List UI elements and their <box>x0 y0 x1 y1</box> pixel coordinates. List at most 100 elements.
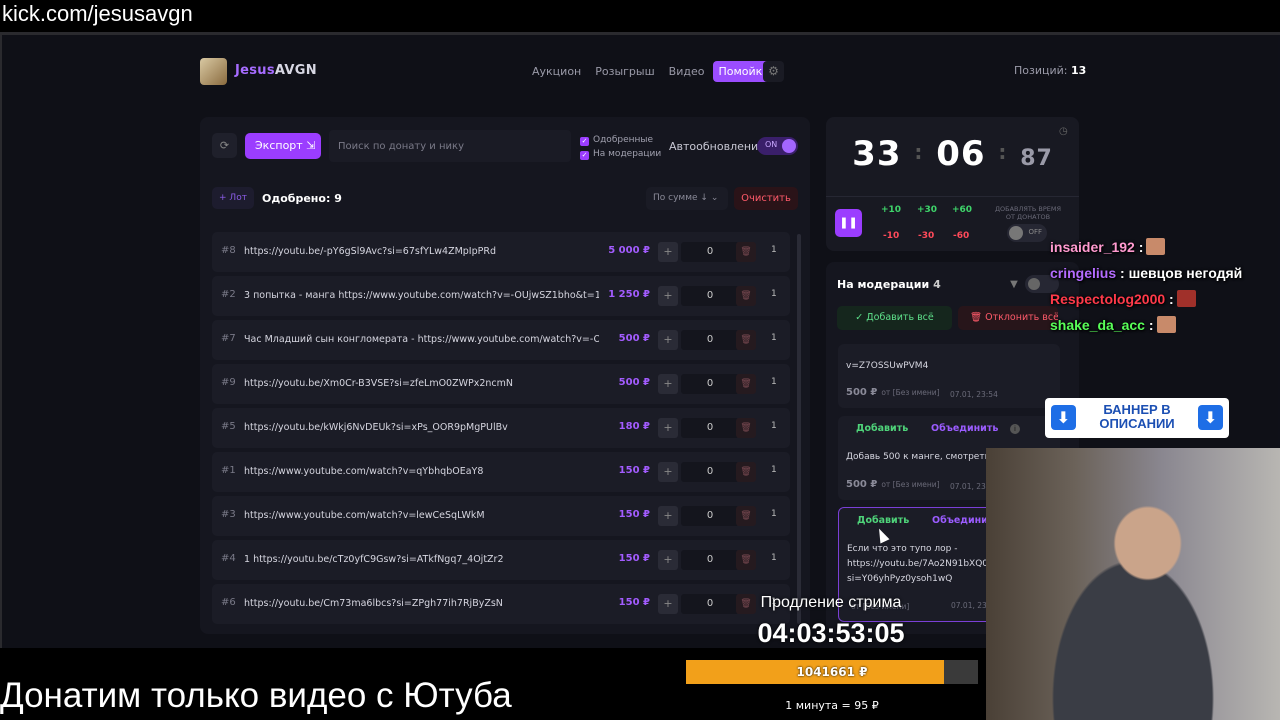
refresh-icon[interactable]: ⟳ <box>212 133 237 158</box>
amount-input[interactable]: 0 <box>681 550 739 570</box>
nav-auction[interactable]: Аукцион <box>527 61 586 82</box>
add-time-toggle[interactable]: OFF <box>1007 224 1047 242</box>
row-index: #3 <box>221 509 236 520</box>
webcam-feed <box>986 448 1280 720</box>
pause-button[interactable]: ❚❚ <box>835 209 862 237</box>
row-index: #1 <box>221 465 236 476</box>
info-icon[interactable]: i <box>1010 424 1020 434</box>
nav-video[interactable]: Видео <box>664 61 710 82</box>
add-60-button[interactable]: +60 <box>952 205 972 215</box>
add-amount-button[interactable]: + <box>658 286 678 306</box>
gear-icon[interactable]: ⚙ <box>763 61 784 82</box>
list-scrollbar[interactable] <box>797 234 801 624</box>
chat-colon: : <box>1116 265 1129 281</box>
sub-30-button[interactable]: -30 <box>918 231 934 241</box>
add-all-button[interactable]: ✓ Добавить всё <box>837 306 952 330</box>
description-banner: ⬇ БАННЕР В ОПИСАНИИ ⬇ <box>1045 398 1229 438</box>
chat-message: шевцов негодяй <box>1128 265 1243 281</box>
auto-update-label: Автообновление <box>669 140 765 153</box>
donation-row: #8 https://youtu.be/-pY6gSl9Avc?si=67sfYL… <box>212 232 790 272</box>
row-url: Час Младший сын конгломерата - https://w… <box>244 334 599 345</box>
progress-text: 1041661 ₽ <box>796 665 868 679</box>
trash-icon: 🗑 <box>970 312 983 323</box>
amount-input[interactable]: 0 <box>681 594 739 614</box>
check-approved-label: Одобренные <box>593 135 654 145</box>
add-amount-button[interactable]: + <box>658 550 678 570</box>
add-amount-button[interactable]: + <box>658 418 678 438</box>
moderation-card: v=Z7OSSUwPVM4 500 ₽ от [Без имени] 07.01,… <box>838 344 1060 408</box>
filter-icon[interactable]: ▼ <box>1003 275 1025 295</box>
timer-separator: : <box>914 140 924 164</box>
card-date: 07.01, 23:54 <box>950 390 998 399</box>
amount-input[interactable]: 0 <box>681 462 739 482</box>
chat-user: shake_da_acc <box>1050 317 1145 333</box>
card-merge-button[interactable]: Объединить <box>931 423 998 434</box>
nav-giveaway[interactable]: Розыгрыш <box>590 61 659 82</box>
check-moderation[interactable]: ✓ На модерации <box>580 147 661 161</box>
card-add-button[interactable]: Добавить <box>856 423 908 434</box>
add-10-button[interactable]: +10 <box>881 205 901 215</box>
banner-text: БАННЕР В ОПИСАНИИ <box>1099 402 1175 431</box>
search-input[interactable] <box>329 130 571 162</box>
sub-60-button[interactable]: -60 <box>953 231 969 241</box>
row-amount: 150 ₽ <box>618 597 650 608</box>
row-amount: 500 ₽ <box>618 377 650 388</box>
amount-input[interactable]: 0 <box>681 330 739 350</box>
amount-input[interactable]: 0 <box>681 242 739 262</box>
trash-icon[interactable]: 🗑 <box>736 374 756 394</box>
chat-line: cringelius : шевцов негодяй <box>1050 260 1242 286</box>
add-amount-button[interactable]: + <box>658 462 678 482</box>
amount-input[interactable]: 0 <box>681 374 739 394</box>
add-amount-button[interactable]: + <box>658 330 678 350</box>
auto-update-toggle[interactable]: ON <box>757 137 798 155</box>
reject-all-label: Отклонить всё <box>985 312 1058 323</box>
trash-icon[interactable]: 🗑 <box>736 506 756 526</box>
row-count: 1 <box>771 553 777 563</box>
chat-user: insaider_192 <box>1050 239 1135 255</box>
amount-input[interactable]: 0 <box>681 506 739 526</box>
sort-select[interactable]: По сумме ↓ ⌄ <box>646 187 728 210</box>
row-count: 1 <box>771 377 777 387</box>
add-amount-button[interactable]: + <box>658 506 678 526</box>
card-date: 07.01, 23: <box>951 601 990 610</box>
trash-icon[interactable]: 🗑 <box>736 418 756 438</box>
toggle-knob <box>1009 226 1023 240</box>
card-text: Добавь 500 к манге, смотреть <box>846 452 990 462</box>
chat-colon: : <box>1144 317 1154 333</box>
card-amount: 500 ₽ от [Без имени] <box>846 479 940 490</box>
export-icon: ⇲ <box>306 139 316 152</box>
row-index: #8 <box>221 245 236 256</box>
check-approved[interactable]: ✓ Одобренные <box>580 133 661 147</box>
reject-all-button[interactable]: 🗑 Отклонить всё <box>958 306 1058 330</box>
row-count: 1 <box>771 509 777 519</box>
add-30-button[interactable]: +30 <box>917 205 937 215</box>
export-button[interactable]: Экспорт ⇲ <box>245 133 321 159</box>
brand-logo: JesusAVGN <box>235 63 317 78</box>
add-amount-button[interactable]: + <box>658 374 678 394</box>
sub-10-button[interactable]: -10 <box>883 231 899 241</box>
amount-input[interactable]: 0 <box>681 286 739 306</box>
amount-input[interactable]: 0 <box>681 418 739 438</box>
chat-user: Respectolog2000 <box>1050 291 1166 307</box>
chat-line: insaider_192 : <box>1050 234 1242 260</box>
positions-label: Позиций: <box>1014 64 1068 77</box>
chat-overlay: insaider_192 : cringelius : шевцов негод… <box>1050 234 1242 338</box>
row-url: https://youtu.be/kWkj6NvDEUk?si=xPs_OOR9… <box>244 422 508 433</box>
donation-row: #6 https://youtu.be/Cm73ma6lbcs?si=ZPgh77… <box>212 584 790 624</box>
card-amount-value: 500 ₽ <box>846 479 878 490</box>
add-lot-button[interactable]: + Лот <box>212 187 254 209</box>
clear-button[interactable]: Очистить <box>734 187 798 210</box>
trash-icon[interactable]: 🗑 <box>736 550 756 570</box>
trash-icon[interactable]: 🗑 <box>736 462 756 482</box>
card-text-line2: https://youtu.be/7Ao2N91bXQ0? <box>847 559 993 569</box>
add-amount-button[interactable]: + <box>658 594 678 614</box>
trash-icon[interactable]: 🗑 <box>736 242 756 262</box>
row-index: #2 <box>221 289 236 300</box>
toggle-knob <box>782 139 796 153</box>
add-amount-button[interactable]: + <box>658 242 678 262</box>
trash-icon[interactable]: 🗑 <box>736 286 756 306</box>
emote-icon <box>1176 290 1196 307</box>
trash-icon[interactable]: 🗑 <box>736 330 756 350</box>
row-amount: 1 250 ₽ <box>608 289 650 300</box>
card-add-button[interactable]: Добавить <box>857 515 909 526</box>
